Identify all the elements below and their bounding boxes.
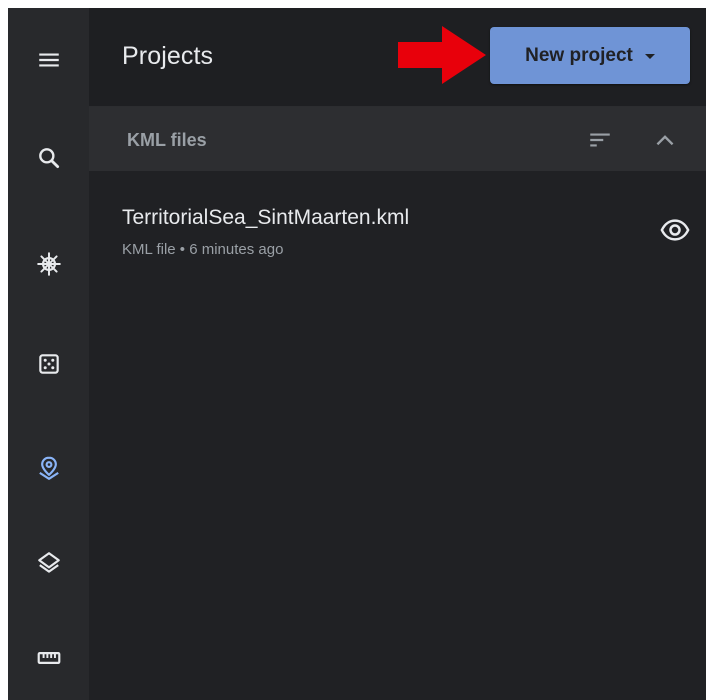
layers-icon <box>37 552 60 573</box>
projects-panel: Projects New project KML files Territori… <box>89 8 706 700</box>
section-title: KML files <box>127 130 207 150</box>
new-project-button[interactable]: New project <box>490 27 690 84</box>
chevron-up-icon[interactable] <box>652 127 678 153</box>
map-style-button[interactable] <box>8 531 89 595</box>
eye-icon[interactable] <box>660 215 690 245</box>
voyager-button[interactable] <box>8 232 89 296</box>
panel-header: Projects New project <box>89 8 706 107</box>
dice-icon <box>38 354 59 374</box>
file-name: TerritorialSea_SintMaarten.kml <box>122 206 410 229</box>
page-title: Projects <box>122 42 214 70</box>
ship-wheel-icon <box>36 252 61 276</box>
place-marker-icon <box>38 456 59 480</box>
feeling-lucky-button[interactable] <box>8 332 89 396</box>
projects-button[interactable] <box>8 436 89 500</box>
list-item[interactable]: TerritorialSea_SintMaarten.kml KML file … <box>89 171 706 271</box>
red-arrow-annotation <box>398 26 486 84</box>
file-meta: KML file • 6 minutes ago <box>122 241 284 258</box>
kml-files-section-header[interactable]: KML files <box>89 107 706 171</box>
search-button[interactable] <box>8 126 89 190</box>
dropdown-caret-icon <box>644 54 655 59</box>
sort-icon[interactable] <box>587 127 613 153</box>
search-icon <box>38 148 59 169</box>
app-window: Projects New project KML files Territori… <box>8 8 706 700</box>
measure-button[interactable] <box>8 626 89 690</box>
menu-icon <box>38 53 59 67</box>
menu-button[interactable] <box>8 28 89 92</box>
navigation-rail <box>8 8 89 700</box>
ruler-icon <box>37 652 60 664</box>
new-project-label: New project <box>525 44 633 66</box>
